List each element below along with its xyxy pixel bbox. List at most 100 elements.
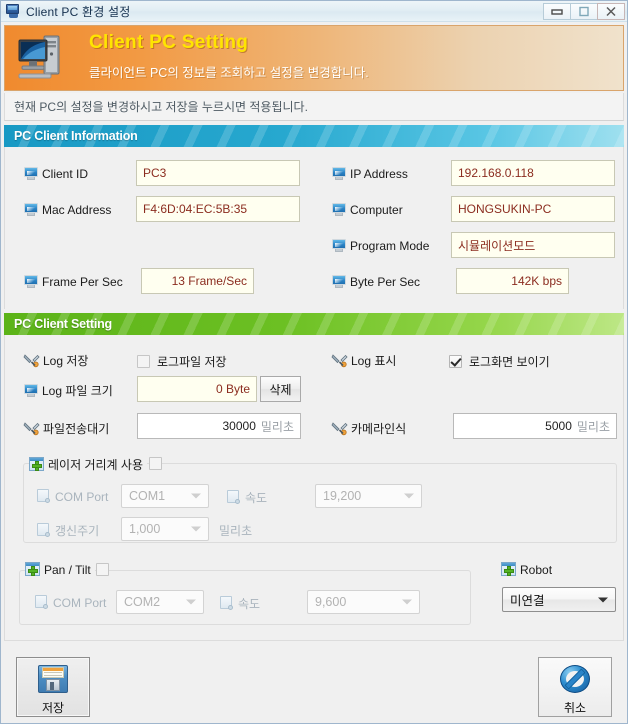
mac-address-value: F4:6D:04:EC:5B:35 bbox=[136, 196, 300, 222]
value-text: COM2 bbox=[124, 595, 161, 609]
label-text: Computer bbox=[350, 202, 403, 217]
save-floppy-icon bbox=[38, 665, 68, 693]
tools-icon bbox=[331, 354, 348, 368]
laser-speed-label: 속도 bbox=[226, 489, 267, 506]
window-title: Client PC 환경 설정 bbox=[26, 4, 131, 19]
monitor-icon bbox=[23, 166, 39, 181]
chevron-down-icon bbox=[191, 493, 201, 499]
maximize-button[interactable] bbox=[570, 3, 598, 20]
field-label-program-mode: Program Mode bbox=[331, 238, 429, 253]
pan-tilt-group-title: Pan / Tilt bbox=[25, 562, 95, 577]
label-text: 카메라인식 bbox=[351, 422, 407, 436]
chevron-down-icon bbox=[598, 597, 608, 602]
tools-icon bbox=[23, 354, 40, 368]
label-text: Mac Address bbox=[42, 202, 112, 217]
field-label-log-display: Log 표시 bbox=[331, 352, 396, 369]
header-banner: Client PC Setting 클라이언트 PC의 정보를 조회하고 설정을… bbox=[4, 25, 624, 91]
checkbox-box[interactable] bbox=[137, 355, 150, 368]
cancel-no-entry-icon bbox=[560, 665, 590, 693]
field-label-client-id: Client ID bbox=[23, 166, 88, 181]
plus-window-icon bbox=[29, 457, 45, 472]
hint-strip: 현재 PC의 설정을 변경하시고 저장을 누르시면 적용됩니다. bbox=[4, 93, 624, 121]
field-label-byte-per-sec: Byte Per Sec bbox=[331, 274, 420, 289]
chevron-down-icon bbox=[186, 599, 196, 605]
checkbox-log-save[interactable]: 로그파일 저장 bbox=[137, 353, 227, 370]
pan-tilt-enable-checkbox[interactable] bbox=[96, 563, 109, 576]
section-title-info: PC Client Information bbox=[14, 129, 138, 143]
section-header-pc-client-setting: PC Client Setting bbox=[4, 313, 624, 335]
value-text: 9,600 bbox=[315, 595, 347, 609]
laser-com-port-select[interactable]: COM1 bbox=[121, 484, 209, 508]
laser-com-port-label: COM Port bbox=[36, 489, 108, 504]
field-label-log-file-size: Log 파일 크기 bbox=[23, 382, 113, 399]
pan-tilt-speed-select[interactable]: 9,600 bbox=[307, 590, 420, 614]
robot-status-select[interactable]: 미연결 bbox=[502, 587, 616, 612]
close-button[interactable] bbox=[597, 3, 625, 20]
value-text: 30000 bbox=[222, 419, 256, 433]
title-bar: Client PC 환경 설정 bbox=[1, 1, 627, 22]
monitor-icon bbox=[331, 238, 347, 253]
robot-group-title: Robot bbox=[501, 562, 556, 577]
field-label-file-transfer-wait: 파일전송대기 bbox=[23, 420, 109, 437]
label-text: Pan / Tilt bbox=[44, 562, 91, 577]
byte-per-sec-value: 142K bps bbox=[456, 268, 569, 294]
delete-log-button[interactable]: 삭제 bbox=[260, 376, 301, 402]
camera-recognition-input[interactable]: 5000 밀리초 bbox=[453, 413, 617, 439]
value-text: 1,000 bbox=[129, 522, 161, 536]
checkbox-box[interactable] bbox=[449, 355, 462, 368]
label-text: IP Address bbox=[350, 166, 408, 181]
laser-refresh-select[interactable]: 1,000 bbox=[121, 517, 209, 541]
field-label-ip-address: IP Address bbox=[331, 166, 408, 181]
label-text: 레이저 거리계 사용 bbox=[48, 458, 143, 472]
pan-tilt-speed-label: 속도 bbox=[219, 595, 260, 612]
ip-address-value: 192.168.0.118 bbox=[451, 160, 615, 186]
hint-text: 현재 PC의 설정을 변경하시고 저장을 누르시면 적용됩니다. bbox=[14, 100, 308, 114]
label-text: 속도 bbox=[238, 597, 261, 611]
banner-subtitle: 클라이언트 PC의 정보를 조회하고 설정을 변경합니다. bbox=[89, 66, 369, 80]
client-pc-setting-window: Client PC 환경 설정 Client PC Setting 클라이언트 … bbox=[0, 0, 628, 724]
plus-window-icon bbox=[25, 562, 41, 577]
desktop-computer-icon bbox=[18, 35, 60, 79]
section-title-setting: PC Client Setting bbox=[14, 317, 112, 331]
monitor-icon bbox=[331, 202, 347, 217]
program-mode-value: 시뮬레이션모드 bbox=[451, 232, 615, 258]
label-text: Log 저장 bbox=[43, 354, 89, 368]
label-text: Log 표시 bbox=[351, 354, 397, 368]
field-label-computer: Computer bbox=[331, 202, 403, 217]
label-text: COM Port bbox=[55, 489, 109, 504]
chevron-down-icon bbox=[404, 493, 414, 499]
monitor-icon bbox=[23, 274, 39, 289]
label-text: Log 파일 크기 bbox=[42, 384, 113, 398]
value-text: 5000 bbox=[545, 419, 572, 433]
laser-enable-checkbox[interactable] bbox=[149, 457, 162, 470]
port-icon bbox=[36, 523, 52, 538]
label-text: 파일전송대기 bbox=[43, 422, 110, 436]
cancel-button[interactable]: 취소 bbox=[538, 657, 612, 717]
minimize-button[interactable] bbox=[543, 3, 571, 20]
file-transfer-wait-input[interactable]: 30000 밀리초 bbox=[137, 413, 301, 439]
section-header-pc-client-information: PC Client Information bbox=[4, 125, 624, 147]
save-button[interactable]: 저장 bbox=[16, 657, 90, 717]
port-icon bbox=[34, 595, 50, 610]
monitor-icon bbox=[331, 274, 347, 289]
label-text: 속도 bbox=[245, 491, 268, 505]
window-controls bbox=[543, 3, 625, 20]
log-file-size-value: 0 Byte bbox=[137, 376, 257, 402]
monitor-icon bbox=[23, 202, 39, 217]
checkbox-log-display[interactable]: 로그화면 보이기 bbox=[449, 353, 550, 370]
value-text: 19,200 bbox=[323, 489, 362, 503]
chevron-down-icon bbox=[191, 526, 201, 532]
label-text: Byte Per Sec bbox=[350, 274, 421, 289]
value-text: 미연결 bbox=[510, 594, 545, 608]
pan-tilt-com-port-select[interactable]: COM2 bbox=[116, 590, 204, 614]
field-label-mac-address: Mac Address bbox=[23, 202, 111, 217]
laser-speed-select[interactable]: 19,200 bbox=[315, 484, 422, 508]
window-monitor-icon bbox=[5, 3, 21, 19]
label-text: 갱신주기 bbox=[55, 524, 100, 538]
field-label-frame-per-sec: Frame Per Sec bbox=[23, 274, 123, 289]
checkbox-label: 로그화면 보이기 bbox=[469, 355, 550, 369]
frame-per-sec-value: 13 Frame/Sec bbox=[141, 268, 254, 294]
banner-title: Client PC Setting bbox=[89, 32, 249, 53]
laser-refresh-label: 갱신주기 bbox=[36, 522, 99, 539]
footer-bar: 저장 취소 bbox=[4, 645, 624, 719]
